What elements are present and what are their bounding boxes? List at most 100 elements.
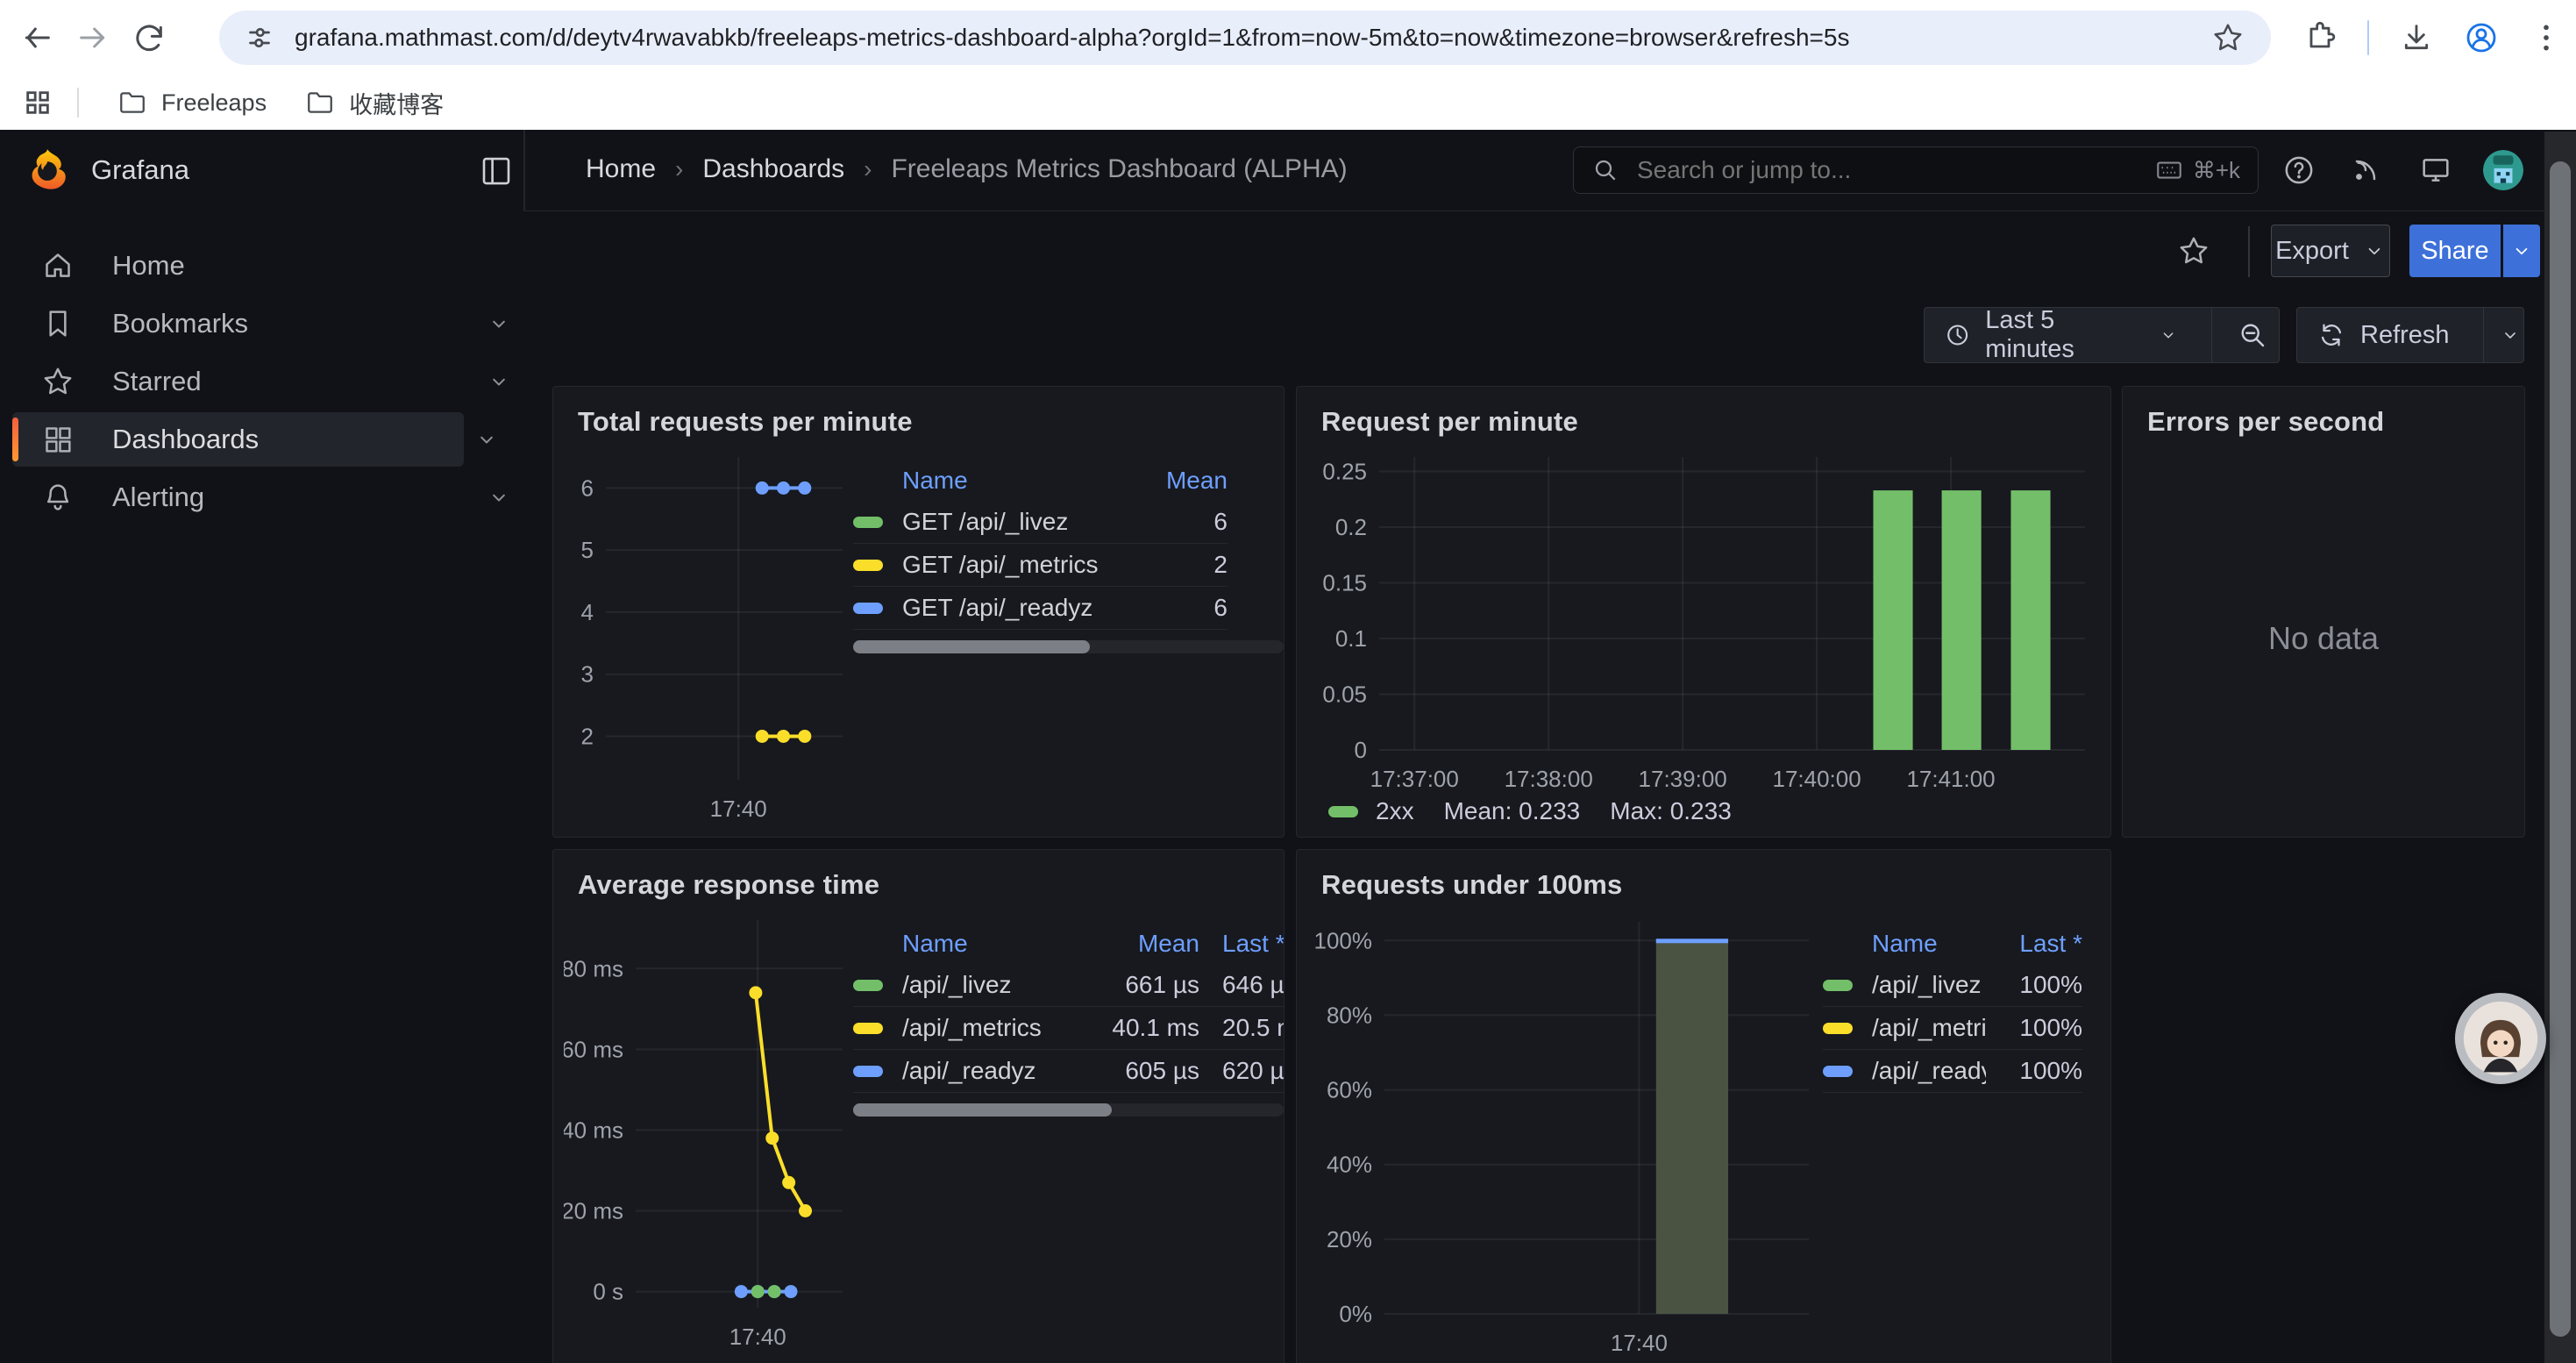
refresh-icon bbox=[2316, 320, 2346, 350]
assistant-avatar[interactable] bbox=[2455, 993, 2546, 1084]
rss-icon bbox=[2348, 153, 2383, 188]
legend-series-row[interactable]: /api/_readyz605 µs620 µs bbox=[853, 1049, 1284, 1093]
forward-arrow-icon bbox=[75, 20, 110, 55]
help-button[interactable] bbox=[2280, 151, 2318, 189]
svg-text:17:40:00: 17:40:00 bbox=[1772, 766, 1861, 792]
legend-series-row[interactable]: /api/_livez661 µs646 µs bbox=[853, 964, 1284, 1006]
profile-icon[interactable] bbox=[2464, 20, 2499, 55]
breadcrumb: Home › Dashboards › Freeleaps Metrics Da… bbox=[586, 154, 1348, 184]
time-range-picker[interactable]: Last 5 minutes bbox=[1925, 308, 2197, 362]
chevron-down-icon[interactable] bbox=[481, 296, 516, 351]
chevron-down-icon[interactable] bbox=[481, 354, 516, 409]
url-input[interactable] bbox=[295, 24, 2211, 52]
svg-text:17:39:00: 17:39:00 bbox=[1639, 766, 1727, 792]
browser-menu-icon[interactable] bbox=[2529, 20, 2564, 55]
segment-divider bbox=[2483, 308, 2484, 362]
sidebar-item-home[interactable]: Home bbox=[12, 239, 509, 293]
share-button[interactable]: Share bbox=[2409, 225, 2501, 277]
url-bar[interactable] bbox=[219, 11, 2271, 65]
legend-series-row[interactable]: /api/_metrics40.1 ms20.5 ms bbox=[853, 1006, 1284, 1049]
search-box[interactable]: ⌘+k bbox=[1573, 146, 2259, 194]
svg-text:40 ms: 40 ms bbox=[564, 1117, 623, 1143]
legend-series-row[interactable]: GET /api/_readyz6 bbox=[853, 586, 1228, 630]
search-input[interactable] bbox=[1635, 155, 2154, 185]
series-color-pill bbox=[1823, 1023, 1853, 1034]
downloads-icon[interactable] bbox=[2399, 20, 2434, 55]
legend-series-2xx[interactable]: 2xx bbox=[1328, 797, 1414, 825]
svg-text:60%: 60% bbox=[1327, 1077, 1372, 1103]
page-scrollbar[interactable] bbox=[2544, 132, 2576, 1363]
svg-text:17:37:00: 17:37:00 bbox=[1370, 766, 1459, 792]
panel-title[interactable]: Total requests per minute bbox=[578, 406, 913, 438]
bookmark-star-icon[interactable] bbox=[2211, 21, 2245, 54]
search-shortcut: ⌘+k bbox=[2154, 155, 2240, 185]
export-button[interactable]: Export bbox=[2271, 225, 2390, 277]
grafana-logo[interactable] bbox=[25, 147, 70, 193]
svg-text:0.15: 0.15 bbox=[1322, 570, 1367, 596]
sidebar-item-dashboards[interactable]: Dashboards bbox=[12, 412, 464, 467]
total-requests-chart[interactable]: 6543217:40 bbox=[564, 443, 853, 825]
request-per-minute-chart[interactable]: 0.250.20.150.10.05017:37:0017:38:0017:39… bbox=[1311, 443, 2096, 796]
legend-header: NameMean bbox=[853, 460, 1228, 501]
bookmark-label: Freeleaps bbox=[161, 89, 267, 117]
sidebar-item-bookmarks[interactable]: Bookmarks bbox=[12, 296, 509, 351]
svg-text:6: 6 bbox=[581, 475, 594, 501]
legend-series-row[interactable]: /api/_metrics100% bbox=[1823, 1006, 2082, 1049]
bookmark-label: 收藏博客 bbox=[349, 86, 444, 120]
browser-actions bbox=[2302, 0, 2564, 75]
search-icon bbox=[1591, 156, 1619, 184]
legend-series-row[interactable]: GET /api/_livez6 bbox=[853, 501, 1228, 543]
breadcrumb-home[interactable]: Home bbox=[586, 154, 656, 184]
chevron-down-icon[interactable] bbox=[469, 412, 504, 467]
sidebar-toggle-icon[interactable] bbox=[478, 153, 515, 194]
news-rss-button[interactable] bbox=[2346, 151, 2385, 189]
site-settings-icon[interactable] bbox=[244, 22, 275, 54]
avg-response-chart[interactable]: 80 ms60 ms40 ms20 ms0 s17:40 bbox=[564, 906, 853, 1353]
browser-back-button[interactable] bbox=[9, 10, 65, 66]
panel-title[interactable]: Errors per second bbox=[2147, 406, 2384, 438]
legend-series-row[interactable]: /api/_livez100% bbox=[1823, 964, 2082, 1006]
reload-icon bbox=[132, 20, 167, 55]
bookmark-folder-freeleaps[interactable]: Freeleaps bbox=[117, 88, 267, 118]
refresh-interval-dropdown[interactable] bbox=[2497, 308, 2523, 362]
panel-title[interactable]: Requests under 100ms bbox=[1321, 869, 1622, 901]
legend-series-row[interactable]: GET /api/_metrics2 bbox=[853, 543, 1228, 586]
breadcrumb-dashboards[interactable]: Dashboards bbox=[702, 154, 844, 184]
apps-grid-icon[interactable] bbox=[23, 88, 53, 118]
under-100ms-legend: NameLast */api/_livez100%/api/_metrics10… bbox=[1823, 924, 2100, 1093]
svg-text:17:41:00: 17:41:00 bbox=[1906, 766, 1995, 792]
legend-scrollbar[interactable] bbox=[853, 1103, 1284, 1117]
svg-text:17:40: 17:40 bbox=[1611, 1330, 1668, 1356]
series-color-pill bbox=[1328, 806, 1358, 817]
bookmark-folder-blogs[interactable]: 收藏博客 bbox=[305, 86, 444, 120]
refresh-button[interactable]: Refresh bbox=[2297, 308, 2469, 362]
legend-mean: Mean: 0.233 bbox=[1444, 797, 1581, 825]
home-icon bbox=[39, 246, 77, 285]
scrollbar-thumb[interactable] bbox=[2550, 161, 2571, 1337]
header-divider bbox=[523, 130, 525, 211]
favorite-dashboard-button[interactable] bbox=[2176, 233, 2211, 273]
browser-reload-button[interactable] bbox=[121, 10, 177, 66]
extensions-icon[interactable] bbox=[2302, 20, 2338, 55]
chevron-down-icon[interactable] bbox=[481, 470, 516, 525]
panel-under-100ms: Requests under 100ms 100%80%60%40%20%0%1… bbox=[1296, 849, 2111, 1363]
kiosk-mode-button[interactable] bbox=[2416, 151, 2455, 189]
svg-text:80%: 80% bbox=[1327, 1002, 1372, 1028]
sidebar-item-starred[interactable]: Starred bbox=[12, 354, 509, 409]
panel-title[interactable]: Request per minute bbox=[1321, 406, 1578, 438]
grafana-header: Grafana Home › Dashboards › Freeleaps Me… bbox=[0, 130, 2576, 211]
browser-forward-button[interactable] bbox=[65, 10, 121, 66]
zoom-out-button[interactable] bbox=[2226, 308, 2279, 362]
legend-series-row[interactable]: /api/_readyz100% bbox=[1823, 1049, 2082, 1093]
legend-scrollbar-thumb[interactable] bbox=[853, 1103, 1112, 1117]
refresh-controls: Refresh bbox=[2296, 307, 2524, 363]
user-avatar[interactable] bbox=[2483, 150, 2523, 190]
panel-title[interactable]: Average response time bbox=[578, 869, 879, 901]
legend-scrollbar[interactable] bbox=[853, 640, 1284, 653]
svg-text:40%: 40% bbox=[1327, 1152, 1372, 1178]
legend-scrollbar-thumb[interactable] bbox=[853, 640, 1090, 653]
chevron-down-icon bbox=[2159, 325, 2178, 346]
under-100ms-chart[interactable]: 100%80%60%40%20%0%17:40 bbox=[1311, 908, 1819, 1359]
share-dropdown-button[interactable] bbox=[2503, 225, 2540, 277]
sidebar-item-alerting[interactable]: Alerting bbox=[12, 470, 509, 525]
